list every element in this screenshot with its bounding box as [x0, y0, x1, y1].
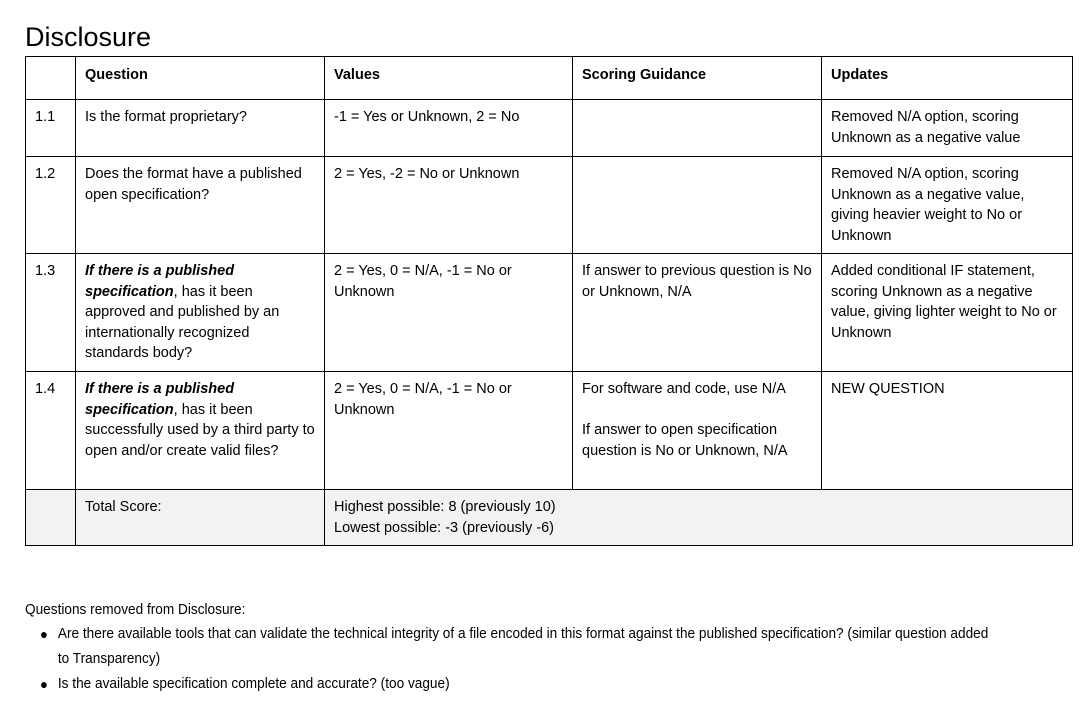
total-row-empty-cell — [25, 489, 76, 546]
row-question: If there is a published specification, h… — [75, 371, 325, 490]
table-row: 1.2 Does the format have a published ope… — [25, 156, 1073, 254]
column-header-question: Question — [75, 56, 325, 100]
row-updates: Removed N/A option, scoring Unknown as a… — [821, 99, 1073, 157]
bullet-icon: ● — [40, 626, 49, 642]
row-updates: Added conditional IF statement, scoring … — [821, 253, 1073, 372]
removed-questions-list: ● Are there available tools that can vali… — [25, 622, 1055, 697]
disclosure-criteria-table: Question Values Scoring Guidance Updates… — [25, 56, 1073, 546]
page-title: Disclosure — [25, 22, 152, 53]
row-number: 1.3 — [25, 253, 76, 372]
list-item-text: Are there available tools that can valid… — [57, 626, 989, 667]
row-values: 2 = Yes, 0 = N/A, -1 = No or Unknown — [324, 371, 573, 490]
question-text: Is the format proprietary? — [85, 109, 247, 125]
total-score-row: Total Score: Highest possible: 8 (previo… — [25, 489, 1073, 546]
list-item: ● Are there available tools that can vali… — [25, 622, 993, 672]
table-header-row: Question Values Scoring Guidance Updates — [25, 56, 1073, 100]
column-header-values: Values — [324, 56, 573, 100]
row-number: 1.2 — [25, 156, 76, 254]
highest-possible-score: Highest possible: 8 (previously 10) — [334, 499, 556, 515]
scoring-guidance-line-1: For software and code, use N/A — [582, 381, 786, 397]
document-page: Disclosure Question Values Scoring Guida… — [0, 0, 1086, 707]
row-values: -1 = Yes or Unknown, 2 = No — [324, 99, 573, 157]
scoring-guidance-line-2: If answer to open specification question… — [582, 422, 788, 459]
bullet-icon: ● — [40, 676, 49, 692]
list-item: ● Is the available specification complete… — [25, 672, 993, 697]
row-question: Does the format have a published open sp… — [75, 156, 325, 254]
list-item-text: Is the available specification complete … — [57, 676, 450, 692]
removed-questions-section: Questions removed from Disclosure: ● Are … — [25, 598, 1055, 697]
removed-questions-heading: Questions removed from Disclosure: — [25, 602, 246, 618]
row-updates: Removed N/A option, scoring Unknown as a… — [821, 156, 1073, 254]
row-scoring-guidance — [572, 99, 822, 157]
column-header-number — [25, 56, 76, 100]
total-score-values: Highest possible: 8 (previously 10) Lowe… — [324, 489, 1073, 546]
row-values: 2 = Yes, -2 = No or Unknown — [324, 156, 573, 254]
row-scoring-guidance — [572, 156, 822, 254]
table-row: 1.1 Is the format proprietary? -1 = Yes … — [25, 99, 1073, 157]
total-score-label: Total Score: — [75, 489, 325, 546]
row-question: Is the format proprietary? — [75, 99, 325, 157]
row-scoring-guidance: If answer to previous question is No or … — [572, 253, 822, 372]
table-row: 1.3 If there is a published specificatio… — [25, 253, 1073, 372]
question-text: Does the format have a published open sp… — [85, 166, 302, 203]
row-number: 1.4 — [25, 371, 76, 490]
row-scoring-guidance: For software and code, use N/A If answer… — [572, 371, 822, 490]
lowest-possible-score: Lowest possible: -3 (previously -6) — [334, 519, 555, 536]
column-header-scoring-guidance: Scoring Guidance — [572, 56, 822, 100]
row-question: If there is a published specification, h… — [75, 253, 325, 372]
table-row: 1.4 If there is a published specificatio… — [25, 371, 1073, 490]
row-values: 2 = Yes, 0 = N/A, -1 = No or Unknown — [324, 253, 573, 372]
row-number: 1.1 — [25, 99, 76, 157]
column-header-updates: Updates — [821, 56, 1073, 100]
row-updates: NEW QUESTION — [821, 371, 1073, 490]
